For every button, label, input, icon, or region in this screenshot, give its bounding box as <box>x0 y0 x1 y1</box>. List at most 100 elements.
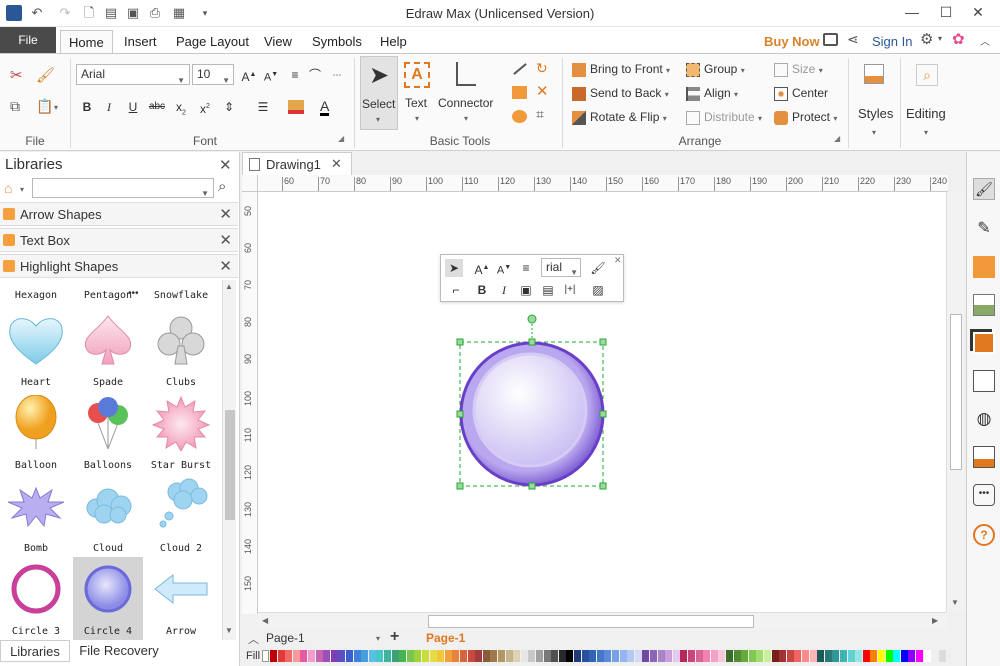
library-scrollbar[interactable]: ▲ ▼ <box>222 280 236 640</box>
cart-icon[interactable] <box>823 33 838 46</box>
color-swatch[interactable] <box>285 650 293 662</box>
color-swatch[interactable] <box>923 650 931 662</box>
shape-balloon[interactable]: Balloon <box>1 391 71 474</box>
color-swatch[interactable] <box>916 650 923 662</box>
close-section-icon[interactable]: ✕ <box>219 231 232 249</box>
copy-icon[interactable]: ⧉ <box>10 98 20 115</box>
mini-bold-icon[interactable]: B <box>473 281 491 299</box>
page-panel-icon[interactable] <box>973 370 995 392</box>
maximize-button[interactable]: ☐ <box>932 2 960 22</box>
ellipse-tool-icon[interactable] <box>512 110 527 123</box>
color-swatch[interactable] <box>733 650 741 662</box>
collapse-ribbon-icon[interactable]: ︿ <box>980 33 990 48</box>
color-swatch[interactable] <box>612 650 619 662</box>
paste-dropdown-icon[interactable]: ▾ <box>54 103 58 112</box>
color-swatch[interactable] <box>270 650 277 662</box>
mini-select-icon[interactable]: ➤ <box>445 259 463 277</box>
settings-gear-icon[interactable]: ⚙ <box>920 30 933 48</box>
connector-tool-button[interactable]: Connector ▾ <box>438 56 496 130</box>
color-swatch[interactable] <box>467 650 475 662</box>
bullets-icon[interactable]: ☰ <box>254 98 272 116</box>
library-home-icon[interactable]: ⌂ <box>4 180 12 196</box>
text-tool-button[interactable]: A Text ▾ <box>400 56 434 130</box>
tab-help[interactable]: Help <box>372 30 415 53</box>
color-swatch[interactable] <box>399 650 407 662</box>
color-swatch[interactable] <box>619 650 627 662</box>
shape-balloons[interactable]: Balloons <box>73 391 143 474</box>
globe-panel-icon[interactable]: ◍ <box>973 408 995 430</box>
strikethrough-icon[interactable]: abc <box>148 98 166 116</box>
color-swatch[interactable] <box>444 650 452 662</box>
color-swatch[interactable] <box>475 650 483 662</box>
mini-italic-icon[interactable]: I <box>495 281 513 299</box>
scroll-left-icon[interactable]: ◀ <box>262 616 268 625</box>
format-painter-icon[interactable]: 🖌 <box>36 66 55 84</box>
color-swatch[interactable] <box>361 650 369 662</box>
library-section-text-box[interactable]: Text Box ✕ <box>0 228 238 252</box>
superscript-icon[interactable]: x2 <box>196 98 214 116</box>
bold-icon[interactable]: B <box>78 98 96 116</box>
color-swatch[interactable] <box>878 650 885 662</box>
color-swatch[interactable] <box>429 650 437 662</box>
comment-panel-icon[interactable]: ••• <box>973 484 995 506</box>
color-swatch[interactable] <box>482 650 490 662</box>
buy-now-link[interactable]: Buy Now <box>756 30 828 53</box>
scroll-down-icon[interactable]: ▼ <box>225 626 233 635</box>
color-swatch[interactable] <box>908 650 916 662</box>
no-fill-swatch[interactable] <box>262 650 269 662</box>
tab-insert[interactable]: Insert <box>116 30 165 53</box>
rotate-flip-button[interactable]: Rotate & Flip ▾ <box>572 110 667 125</box>
color-swatch[interactable] <box>634 650 642 662</box>
group-button[interactable]: Group ▾ <box>686 62 745 77</box>
color-swatch[interactable] <box>710 650 718 662</box>
color-swatch[interactable] <box>422 650 429 662</box>
library-section-highlight-shapes[interactable]: Highlight Shapes ✕ <box>0 254 238 278</box>
color-swatch[interactable] <box>802 650 809 662</box>
color-swatch[interactable] <box>741 650 749 662</box>
align-button[interactable]: Align ▾ <box>686 86 738 101</box>
color-swatch[interactable] <box>817 650 825 662</box>
send-to-back-button[interactable]: Send to Back ▾ <box>572 86 669 101</box>
libraries-bottom-tab[interactable]: Libraries <box>0 640 70 662</box>
text-direction-icon[interactable]: ⌒ <box>306 66 324 84</box>
close-section-icon[interactable]: ✕ <box>219 257 232 275</box>
color-swatch[interactable] <box>308 650 315 662</box>
mini-bring-front-icon[interactable]: ▣ <box>517 281 535 299</box>
shadow-panel-icon[interactable] <box>973 256 995 278</box>
cross-tool-icon[interactable]: ✕ <box>536 82 549 100</box>
close-button[interactable]: ✕ <box>964 2 992 22</box>
editing-button[interactable]: ⌕ Editing ▾ <box>904 58 950 142</box>
tab-file[interactable]: File <box>0 27 56 53</box>
color-swatch[interactable] <box>870 650 878 662</box>
color-swatch[interactable] <box>824 650 832 662</box>
help-icon[interactable]: ? <box>973 524 995 546</box>
scroll-thumb[interactable] <box>950 314 962 470</box>
color-swatch[interactable] <box>938 650 946 662</box>
shape-cloud[interactable]: Cloud <box>73 474 143 557</box>
color-swatch[interactable] <box>885 650 893 662</box>
theme-icon[interactable]: ✿ <box>952 30 965 48</box>
color-swatch[interactable] <box>574 650 581 662</box>
decrease-font-icon[interactable]: A▼ <box>262 66 280 84</box>
color-swatch[interactable] <box>368 650 376 662</box>
tab-view[interactable]: View <box>256 30 300 53</box>
shape-heart[interactable]: Heart <box>1 308 71 391</box>
image-panel-icon[interactable] <box>973 294 995 316</box>
paste-icon[interactable]: 📋 <box>36 98 53 115</box>
color-swatch[interactable] <box>566 650 574 662</box>
center-button[interactable]: Center <box>774 86 828 101</box>
tab-symbols[interactable]: Symbols <box>304 30 370 53</box>
color-swatch[interactable] <box>786 650 794 662</box>
selected-circle-shape[interactable] <box>450 312 620 492</box>
color-swatch[interactable] <box>862 650 870 662</box>
close-tab-icon[interactable]: ✕ <box>331 156 342 172</box>
color-swatch[interactable] <box>520 650 528 662</box>
line-spacing-icon[interactable]: ⇕ <box>220 98 238 116</box>
color-swatch[interactable] <box>900 650 908 662</box>
color-swatch[interactable] <box>536 650 543 662</box>
more-options-icon[interactable]: ••• <box>128 288 139 299</box>
shape-arrow[interactable]: Arrow <box>146 557 216 640</box>
color-swatch[interactable] <box>376 650 384 662</box>
color-swatch[interactable] <box>931 650 939 662</box>
page-list-expand-icon[interactable]: ︿ <box>248 631 259 647</box>
